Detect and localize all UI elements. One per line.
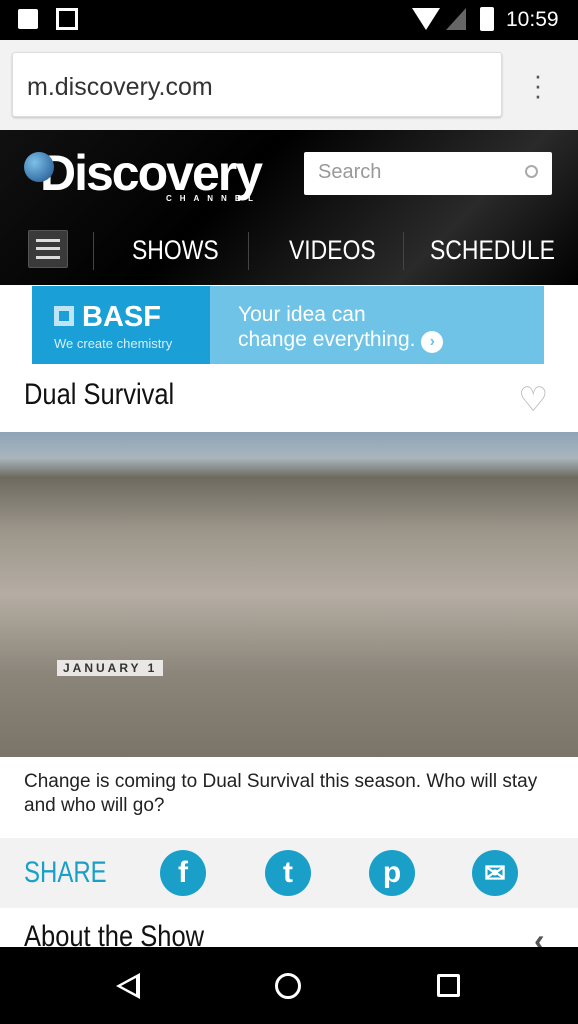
- show-title: Dual Survival: [24, 378, 175, 411]
- system-nav-bar: [0, 947, 578, 1024]
- show-caption: Change is coming to Dual Survival this s…: [24, 771, 538, 816]
- nav-divider: [93, 232, 94, 270]
- back-icon-inner: [121, 978, 136, 994]
- menu-icon: [36, 239, 60, 259]
- nav-shows[interactable]: SHOWS: [132, 220, 219, 280]
- basf-logo-icon: [54, 306, 74, 326]
- recents-icon[interactable]: [437, 974, 460, 997]
- chevron-right-icon: ›: [421, 331, 444, 353]
- hamburger-menu-button[interactable]: [28, 230, 68, 268]
- signal-icon: [446, 8, 466, 30]
- ad-message-panel: Your idea can change everything. ›: [210, 286, 544, 364]
- globe-icon: [24, 152, 54, 182]
- battery-charging-icon: [480, 7, 494, 31]
- basf-ad-banner[interactable]: BASF We create chemistry Your idea can c…: [32, 286, 544, 364]
- clipboard-check-icon: [18, 9, 38, 29]
- nav-divider: [403, 232, 404, 270]
- facebook-icon: f: [178, 856, 188, 889]
- share-label: SHARE: [24, 856, 107, 889]
- hero-overlay-text: JANUARY 1: [57, 660, 164, 676]
- search-icon[interactable]: [525, 165, 538, 178]
- pinterest-share-button[interactable]: p: [369, 850, 415, 896]
- hero-image[interactable]: JANUARY 1: [0, 432, 578, 757]
- discovery-logo[interactable]: Discovery CHANNEL: [22, 144, 263, 203]
- twitter-share-button[interactable]: t: [265, 850, 311, 896]
- heart-icon[interactable]: ♡: [518, 383, 548, 417]
- app-icon: [56, 8, 78, 30]
- email-share-button[interactable]: ✉: [472, 850, 518, 896]
- site-header: Discovery CHANNEL Search SHOWS VIDEOS SC…: [0, 130, 578, 285]
- nav-videos[interactable]: VIDEOS: [289, 220, 376, 280]
- browser-toolbar: m.discovery.com · · ·: [0, 40, 578, 130]
- share-bar: SHARE f t p ✉: [0, 838, 578, 908]
- facebook-share-button[interactable]: f: [160, 850, 206, 896]
- email-icon: ✉: [484, 857, 506, 888]
- wifi-icon: [412, 8, 440, 30]
- home-icon[interactable]: [275, 973, 301, 999]
- nav-schedule[interactable]: SCHEDULE: [430, 220, 555, 280]
- nav-divider: [248, 232, 249, 270]
- url-bar[interactable]: m.discovery.com: [12, 52, 502, 117]
- status-bar: 10:59: [0, 0, 578, 40]
- twitter-icon: t: [283, 856, 293, 889]
- ad-brand-panel: BASF We create chemistry: [32, 286, 210, 364]
- more-vert-icon[interactable]: · · ·: [530, 62, 546, 108]
- search-input[interactable]: Search: [304, 152, 552, 195]
- clock: 10:59: [506, 8, 559, 31]
- pinterest-icon: p: [382, 856, 402, 889]
